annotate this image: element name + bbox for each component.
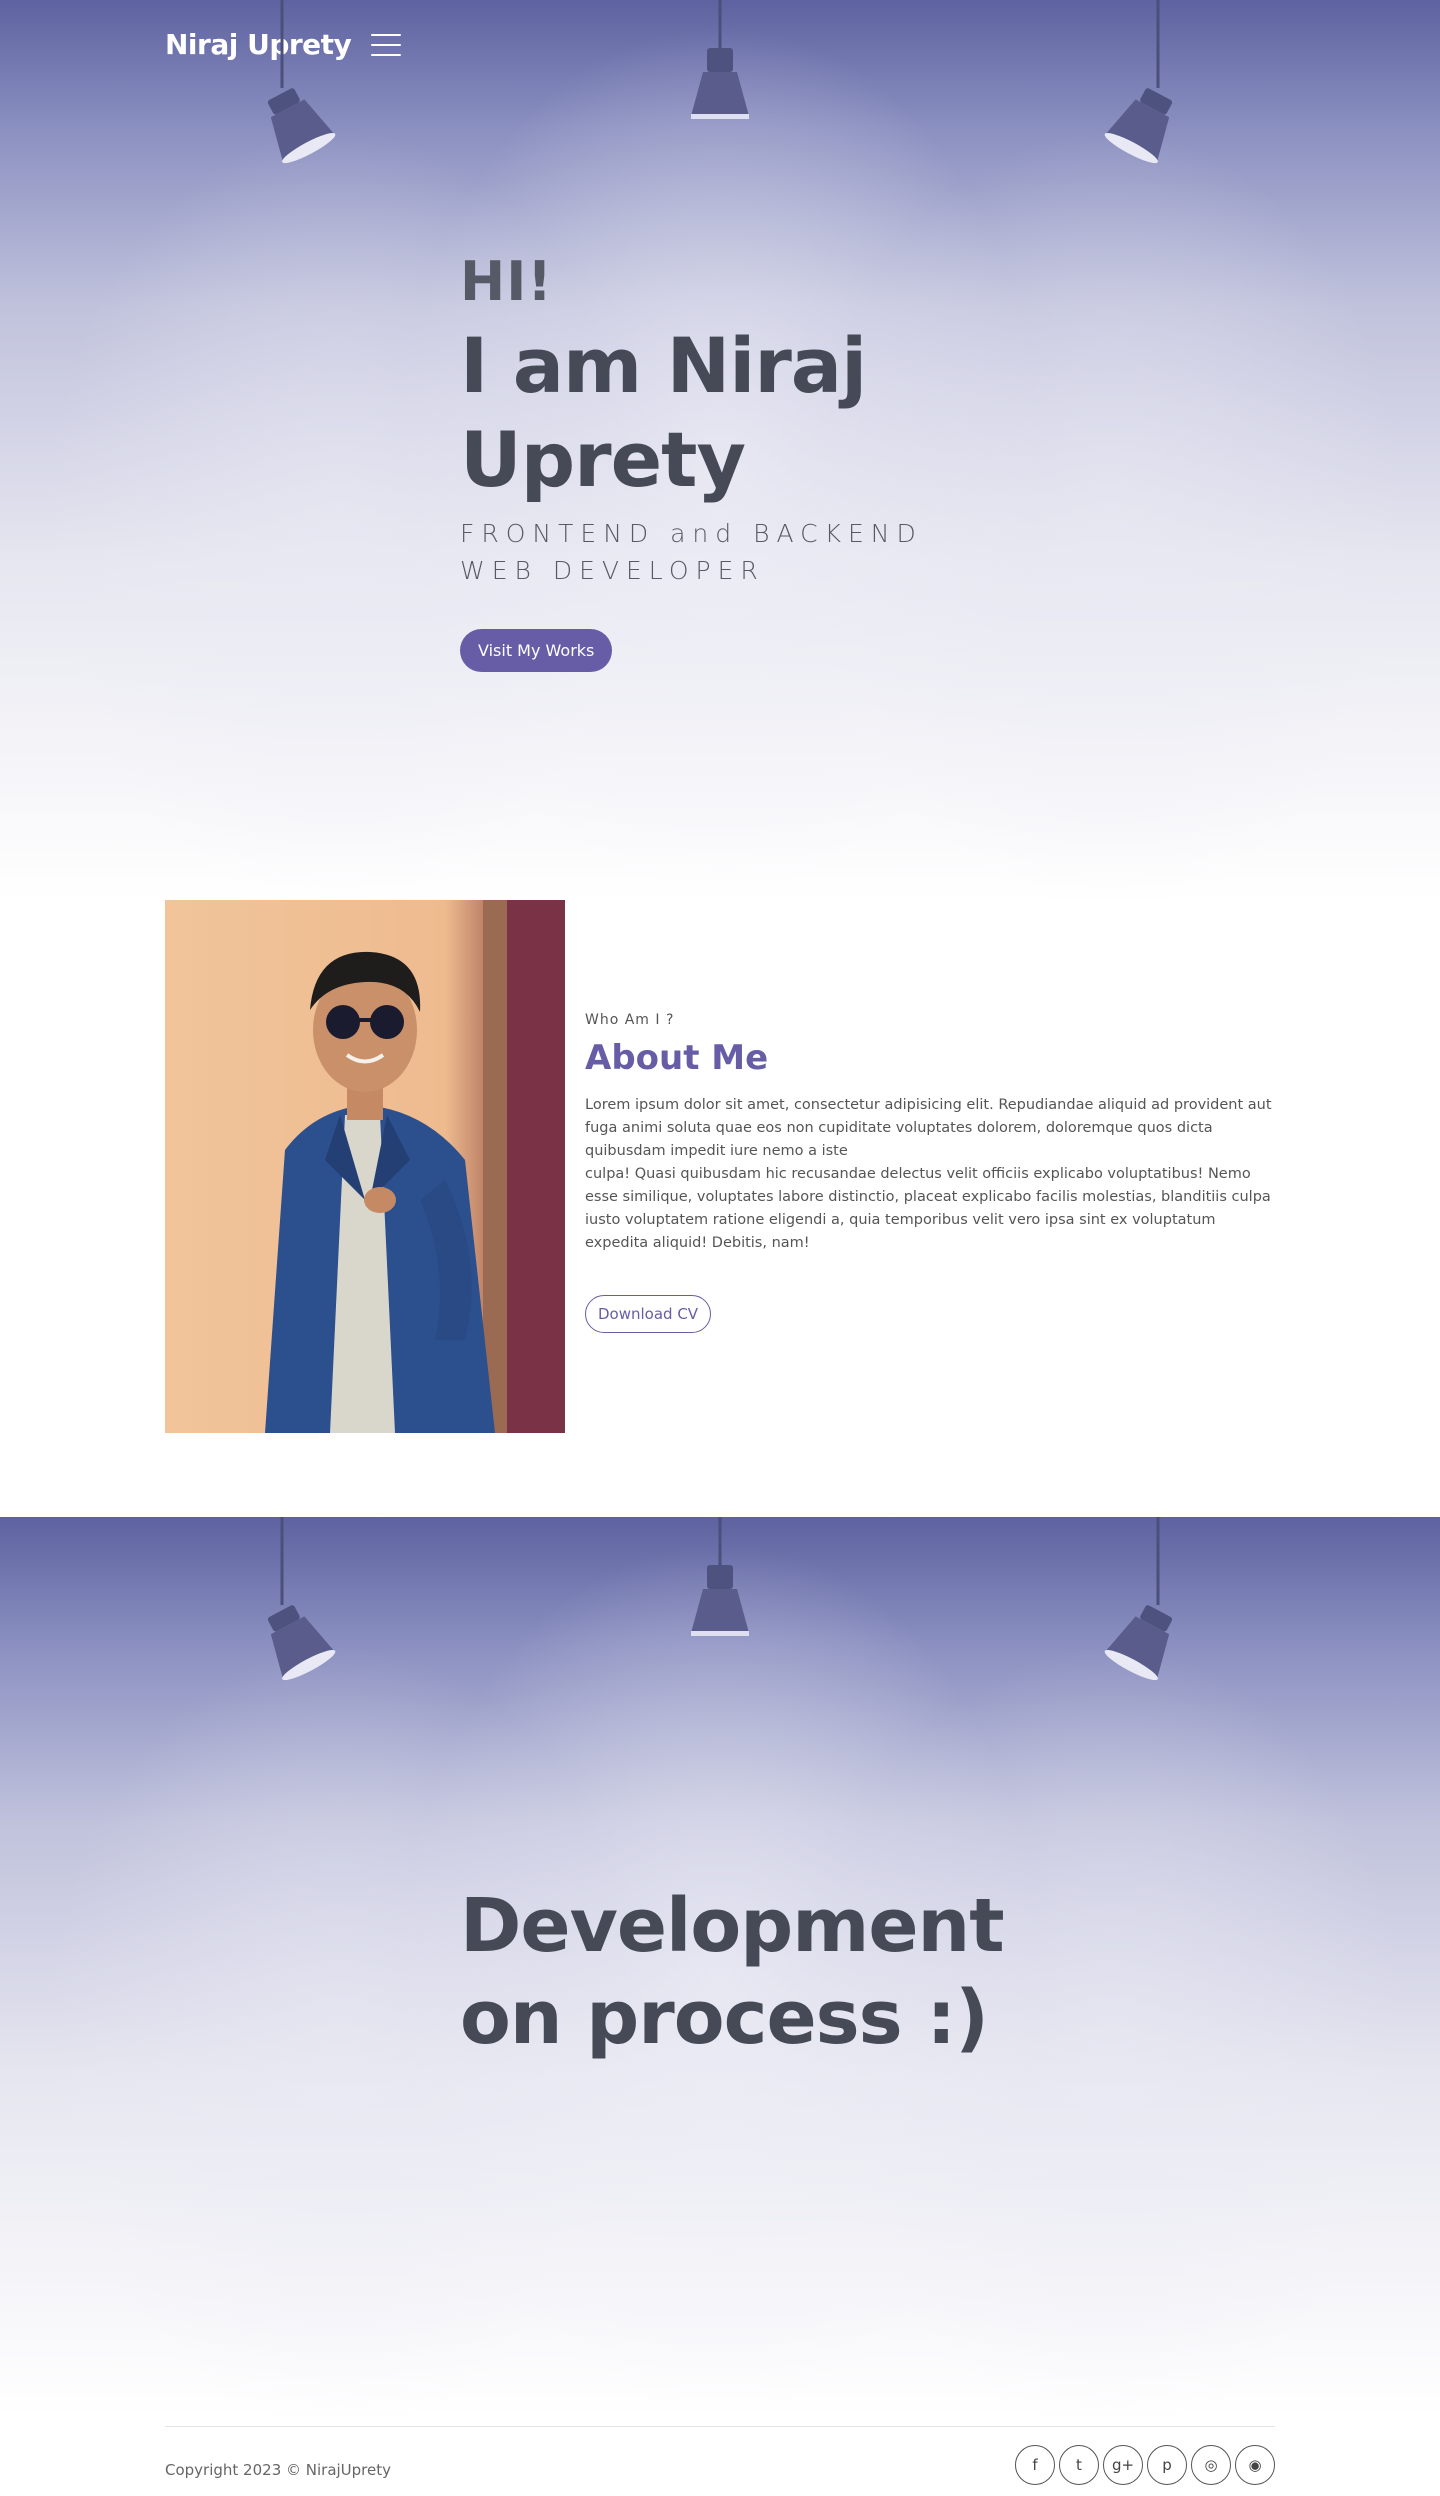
hero-section: Niraj Uprety HI! I am Niraj Uprety FRONT… <box>0 0 1440 900</box>
development-section: Development on process :) <box>0 1517 1440 2417</box>
hero-name: I am Niraj Uprety <box>460 319 980 507</box>
about-text-block: Who Am I ? About Me Lorem ipsum dolor si… <box>585 1012 1275 1333</box>
spotlight-right-icon <box>1092 1517 1182 1692</box>
hero-content: HI! I am Niraj Uprety FRONTEND and BACKE… <box>460 250 980 672</box>
development-heading-line1: Development <box>460 1883 1005 1969</box>
development-heading: Development on process :) <box>460 1880 1060 2064</box>
hero-role-line2: WEB DEVELOPER <box>460 556 765 585</box>
profile-photo <box>165 900 565 1433</box>
footer: Copyright 2023 © NirajUprety f t g+ p ◎ … <box>165 2426 1275 2486</box>
hero-role: FRONTEND and BACKEND WEB DEVELOPER <box>460 515 980 589</box>
social-links: f t g+ p ◎ ◉ <box>1015 2445 1275 2485</box>
download-cv-button[interactable]: Download CV <box>585 1295 712 1333</box>
twitter-icon[interactable]: t <box>1059 2445 1099 2485</box>
spotlight-center-icon <box>683 1517 757 1642</box>
hamburger-menu-icon[interactable] <box>371 33 402 56</box>
about-paragraph: Lorem ipsum dolor sit amet, consectetur … <box>585 1097 1272 1251</box>
about-eyebrow: Who Am I ? <box>585 1012 675 1028</box>
google-plus-icon[interactable]: g+ <box>1103 2445 1143 2485</box>
spotlight-center-icon <box>683 0 757 125</box>
facebook-icon[interactable]: f <box>1015 2445 1055 2485</box>
hero-role-line1: FRONTEND and BACKEND <box>460 519 923 548</box>
hero-greeting: HI! <box>460 250 553 313</box>
visit-my-works-button[interactable]: Visit My Works <box>460 629 613 672</box>
copyright-text: Copyright 2023 © NirajUprety <box>165 2461 392 2479</box>
about-section: Who Am I ? About Me Lorem ipsum dolor si… <box>0 900 1440 1517</box>
spotlight-right-icon <box>1092 0 1182 175</box>
development-heading-line2: on process :) <box>460 1975 989 2061</box>
rss-icon[interactable]: ◉ <box>1235 2445 1275 2485</box>
spotlight-left-icon <box>258 1517 348 1692</box>
about-title: About Me <box>585 1038 769 1078</box>
instagram-icon[interactable]: ◎ <box>1191 2445 1231 2485</box>
hero-name-line2: Uprety <box>460 415 746 504</box>
pinterest-icon[interactable]: p <box>1147 2445 1187 2485</box>
hero-name-line1: I am Niraj <box>460 321 867 410</box>
spotlight-left-icon <box>258 0 348 175</box>
